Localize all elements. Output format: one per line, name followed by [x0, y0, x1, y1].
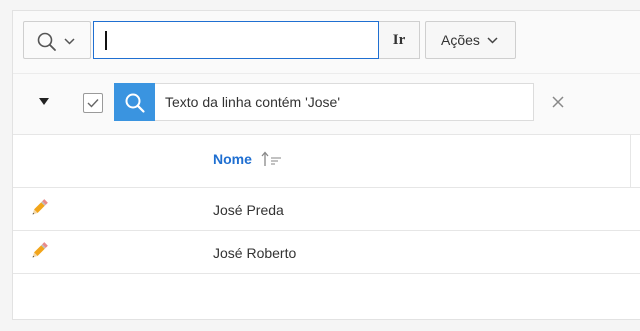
- cell-nome: José Preda: [213, 202, 284, 218]
- collapse-toggle-icon[interactable]: [39, 98, 49, 106]
- table-row: José Preda: [13, 188, 640, 231]
- report-toolbar: Ir Ações: [13, 11, 640, 74]
- column-divider: [630, 135, 631, 187]
- edit-pencil-icon[interactable]: [29, 241, 49, 261]
- search-input[interactable]: [93, 21, 379, 59]
- actions-label: Ações: [441, 32, 480, 48]
- filter-bar: Texto da linha contém 'Jose': [13, 74, 640, 135]
- actions-menu-button[interactable]: Ações: [425, 21, 516, 59]
- filter-description[interactable]: Texto da linha contém 'Jose': [155, 83, 534, 121]
- checkmark-icon: [87, 99, 99, 108]
- report-grid: Nome José Preda José Roberto: [13, 135, 640, 274]
- text-cursor: [105, 31, 107, 50]
- filter-search-icon-box: [114, 83, 155, 121]
- go-button[interactable]: Ir: [379, 21, 420, 59]
- table-row: José Roberto: [13, 231, 640, 274]
- chevron-down-icon: [64, 38, 75, 45]
- interactive-report: Ir Ações Texto da linha contém 'Jose' No…: [12, 10, 640, 320]
- close-icon[interactable]: [552, 96, 564, 108]
- edit-pencil-icon[interactable]: [29, 198, 49, 218]
- cell-nome: José Roberto: [213, 245, 297, 261]
- search-icon: [125, 93, 145, 113]
- grid-header: Nome: [13, 135, 640, 188]
- column-header-nome[interactable]: Nome: [213, 151, 252, 167]
- search-icon: [37, 32, 56, 51]
- search-column-selector[interactable]: [23, 21, 91, 59]
- filter-enable-checkbox[interactable]: [83, 93, 103, 113]
- chevron-down-icon: [487, 37, 498, 44]
- sort-ascending-icon[interactable]: [261, 151, 283, 167]
